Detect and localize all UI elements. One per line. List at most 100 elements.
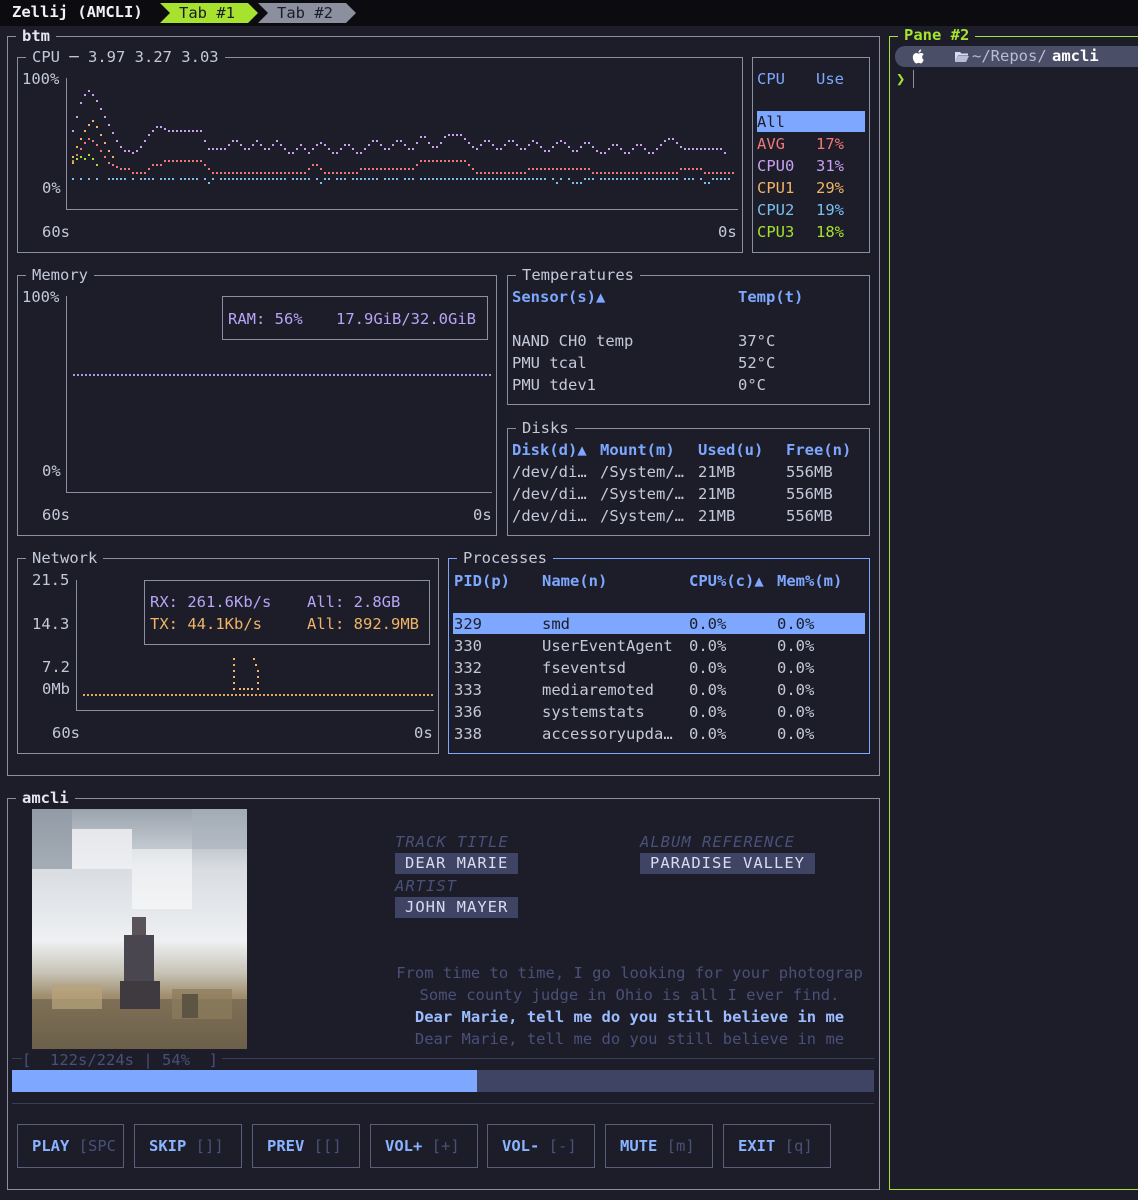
lyric-line: Dear Marie, tell me do you still believe… [414,1030,845,1048]
proc-mem: 0.0% [777,725,815,743]
button-label: PLAY [32,1137,70,1155]
proc-header-mem[interactable]: Mem%(m) [777,572,842,590]
cpu-legend-use: 18% [816,223,844,241]
network-y-tick: 0Mb [42,680,70,698]
proc-mem: 0.0% [777,615,815,633]
temp-sensor: PMU tdev1 [512,376,596,394]
proc-name: smd [542,615,570,633]
session-name: Zellij (AMCLI) [12,3,143,21]
temp-value: 0°C [738,376,766,394]
proc-pid: 338 [454,725,482,743]
skip-button[interactable]: SKIP []] [134,1124,242,1168]
proc-header-name[interactable]: Name(n) [542,572,607,590]
cpu0-series [72,90,726,154]
disks-title: Disks [516,420,575,436]
process-row-selected[interactable]: 329 smd 0.0% 0.0% [453,613,865,634]
disk-name: /dev/di… [512,485,587,503]
button-key: []] [195,1137,224,1155]
apple-icon [912,49,924,64]
temperatures-title: Temperatures [516,267,640,283]
cpu-legend-use: 31% [816,157,844,175]
temp-header-temp[interactable]: Temp(t) [738,288,803,306]
process-row[interactable]: 330 UserEventAgent 0.0% 0.0% [453,637,865,658]
cpu-legend-name: AVG [757,135,785,153]
cpu-y-bottom: 0% [42,179,61,197]
button-label: PREV [267,1137,305,1155]
button-key: [+] [431,1137,460,1155]
proc-pid: 332 [454,659,482,677]
button-label: VOL+ [385,1137,423,1155]
proc-name: UserEventAgent [542,637,673,655]
track-title-label: TRACK TITLE [395,833,509,851]
vol-up-button[interactable]: VOL+ [+] [370,1124,478,1168]
disk-mount: /System/… [600,463,684,481]
proc-header-cpu[interactable]: CPU%(c)▲ [689,572,764,590]
pane-2[interactable] [889,36,1138,1190]
disk-free: 556MB [786,485,833,503]
proc-mem: 0.0% [777,659,815,677]
process-row[interactable]: 336 systemstats 0.0% 0.0% [453,703,865,724]
prompt-path-segment: ~/Repos/ amcli [942,46,1138,67]
disk-name: /dev/di… [512,463,587,481]
progress-fill [12,1070,478,1092]
tab-2[interactable]: Tab #2 [269,3,341,24]
process-row[interactable]: 338 accessoryupda… 0.0% 0.0% [453,725,865,746]
vol-down-button[interactable]: VOL- [-] [487,1124,595,1168]
temp-sensor: PMU tcal [512,354,587,372]
cpu-x-right: 0s [718,223,737,241]
cpu-legend-name: CPU0 [757,157,795,175]
memory-x-left: 60s [42,506,70,524]
progress-text: [ 122s/224s | 54% ] [22,1051,222,1069]
network-x-right: 0s [414,724,433,742]
disks-header-disk[interactable]: Disk(d)▲ [512,441,587,459]
temp-header-sensor[interactable]: Sensor(s)▲ [512,288,605,306]
disk-free: 556MB [786,463,833,481]
cpu-legend-name: CPU3 [757,223,795,241]
disk-free: 556MB [786,507,833,525]
button-label: SKIP [149,1137,187,1155]
tx-label: TX: 44.1Kb/s [150,615,262,633]
memory-y-top: 100% [22,288,60,306]
prev-button[interactable]: PREV [[] [252,1124,360,1168]
proc-header-pid[interactable]: PID(p) [454,572,510,590]
cpu-plot [72,90,734,184]
disk-mount: /System/… [600,485,684,503]
proc-name: fseventsd [542,659,626,677]
terminal-cursor[interactable] [913,70,914,88]
network-y-axis [76,580,77,710]
proc-mem: 0.0% [777,637,815,655]
process-row[interactable]: 333 mediaremoted 0.0% 0.0% [453,681,865,702]
play-button[interactable]: PLAY [SPC [17,1124,124,1168]
temp-sensor: NAND CH0 temp [512,332,634,350]
prompt-symbol: ❯ [896,70,906,88]
prompt-path-dir: amcli [1052,47,1099,65]
mute-button[interactable]: MUTE [m] [605,1124,713,1168]
memory-x-axis [66,492,492,493]
proc-cpu: 0.0% [689,637,727,655]
network-x-left: 60s [52,724,80,742]
network-y-tick: 21.5 [32,571,70,589]
process-row[interactable]: 332 fseventsd 0.0% 0.0% [453,659,865,680]
proc-mem: 0.0% [777,703,815,721]
disks-header-free[interactable]: Free(n) [786,441,851,459]
tab-bar: Zellij (AMCLI) Tab #1 Tab #2 [0,0,1138,26]
processes-title: Processes [457,550,553,566]
memory-title: Memory [26,267,94,283]
memory-x-right: 0s [473,506,492,524]
progress-bar[interactable] [12,1070,874,1092]
proc-pid: 333 [454,681,482,699]
cpu1-series [72,120,114,158]
tab-1[interactable]: Tab #1 [171,3,243,24]
button-label: MUTE [620,1137,658,1155]
cpu-legend-row-all[interactable]: All [757,111,865,132]
network-y-tick: 14.3 [32,615,70,633]
disks-header-mount[interactable]: Mount(m) [600,441,675,459]
cpu-legend-header-use: Use [816,70,844,88]
button-key: [q] [784,1137,813,1155]
proc-cpu: 0.0% [689,725,727,743]
proc-cpu: 0.0% [689,681,727,699]
network-y-tick: 7.2 [42,658,70,676]
disks-header-used[interactable]: Used(u) [698,441,763,459]
exit-button[interactable]: EXIT [q] [723,1124,831,1168]
lyric-line: Some county judge in Ohio is all I ever … [419,986,840,1004]
